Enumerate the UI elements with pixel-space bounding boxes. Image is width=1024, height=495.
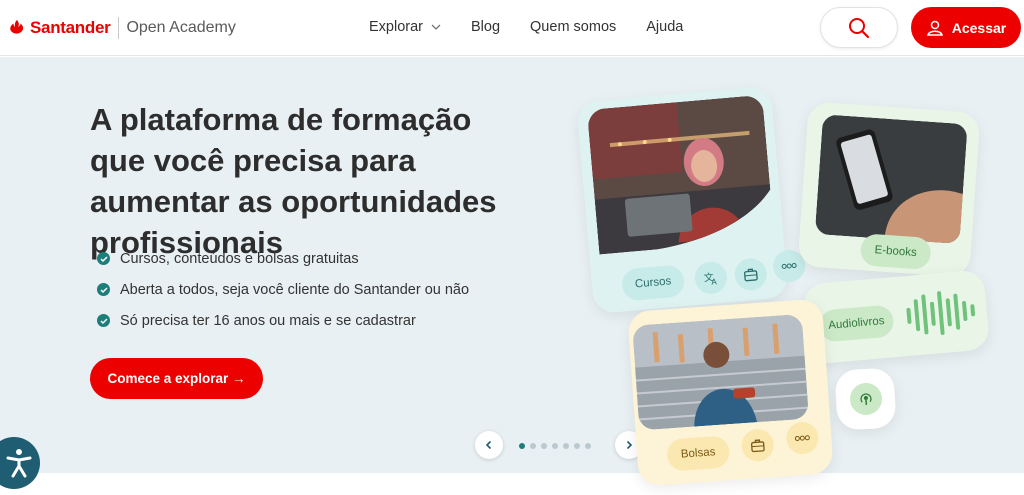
brand-name: Santander [30,18,111,37]
carousel-dot[interactable] [530,443,536,449]
search-button[interactable] [820,7,898,48]
translate-icon: 文A [703,271,718,287]
chevron-down-icon [431,24,441,30]
podcast-card[interactable] [834,367,897,431]
nav-ajuda-label: Ajuda [646,19,684,35]
check-icon [97,283,110,296]
nav-explorar-label: Explorar [369,19,423,35]
nav-ajuda[interactable]: Ajuda [646,19,683,35]
hero-section: A plataforma de formação que você precis… [0,57,1024,487]
login-button[interactable]: Acessar [911,7,1021,48]
accessibility-icon [6,449,32,478]
podcast-icon [860,393,872,406]
briefcase-button[interactable] [740,428,775,463]
scholarships-card: Bolsas [627,298,834,487]
chevron-right-icon [626,440,633,450]
phone-hand-photo [814,114,968,245]
login-label: Acessar [951,19,1007,36]
nav-explorar[interactable]: Explorar [369,19,441,35]
benefit-text: Cursos, conteúdos e bolsas gratuitas [120,250,359,267]
carousel-dots [519,443,591,449]
carousel-prev-button[interactable] [475,431,503,459]
briefcase-icon [743,268,758,282]
ebooks-card: E-books [797,101,981,278]
logo-divider [118,17,120,39]
more-icon [781,263,797,269]
hero-title: A plataforma de formação que você precis… [90,102,497,260]
santander-flame-icon [10,19,24,34]
benefit-text: Aberta a todos, seja você cliente do San… [120,281,470,298]
briefcase-icon [751,439,765,453]
explore-button[interactable]: Comece a explorar → [90,358,263,399]
carousel-dot-active[interactable] [519,443,525,449]
nav-quem-somos-label: Quem somos [530,19,617,35]
check-icon [97,252,110,265]
list-item: Cursos, conteúdos e bolsas gratuitas [97,243,469,274]
audiobooks-pill[interactable]: Audiolivros [818,304,895,343]
ebooks-pill[interactable]: E-books [859,233,932,271]
search-icon [849,17,870,38]
carousel-dot[interactable] [574,443,580,449]
podcast-button[interactable] [849,382,883,416]
young-man-photo [632,313,810,431]
user-icon [926,20,943,36]
list-item: Só precisa ter 16 anos ou mais e se cada… [97,305,469,336]
courses-card: Cursos 文A [576,85,807,315]
carousel-dot[interactable] [541,443,547,449]
woman-laptop-photo [586,94,775,255]
benefit-text: Só precisa ter 16 anos ou mais e se cada… [120,312,416,329]
courses-pill[interactable]: Cursos [620,264,686,302]
top-header: Santander Open Academy Explorar Blog Que… [0,0,1024,56]
scholarships-pill[interactable]: Bolsas [666,435,731,472]
nav-quem-somos[interactable]: Quem somos [530,19,616,35]
nav-blog[interactable]: Blog [471,19,500,35]
main-nav: Explorar Blog Quem somos Ajuda [369,19,683,35]
svg-text:A: A [711,277,718,286]
list-item: Aberta a todos, seja você cliente do San… [97,274,469,305]
audiobooks-card: Audiolivros [801,269,991,365]
santander-logo[interactable]: Santander Open Academy [8,17,236,39]
briefcase-button[interactable] [733,257,769,292]
carousel-dot[interactable] [585,443,591,449]
soundwave-icon [906,291,976,336]
chevron-left-icon [485,440,492,450]
check-icon [97,314,110,327]
more-icon [794,435,810,441]
translate-button[interactable]: 文A [693,260,729,296]
benefits-list: Cursos, conteúdos e bolsas gratuitas Abe… [97,243,469,336]
more-button[interactable] [785,421,820,456]
carousel-dot[interactable] [552,443,558,449]
carousel-dot[interactable] [563,443,569,449]
nav-blog-label: Blog [471,19,501,35]
brand-subtitle: Open Academy [126,19,236,36]
